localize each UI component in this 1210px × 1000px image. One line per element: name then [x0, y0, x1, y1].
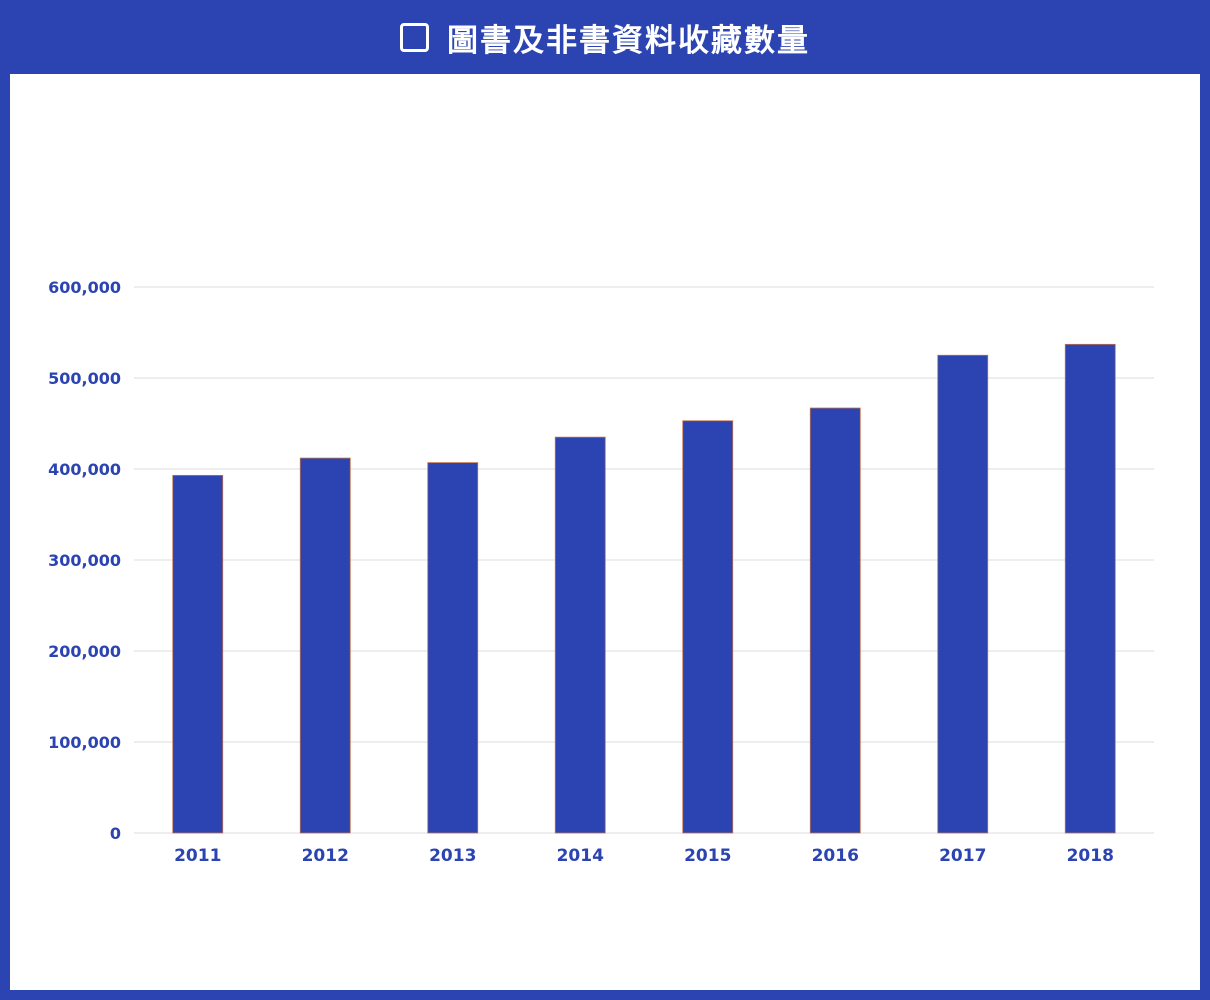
- chart-panel: 0 100,000 200,000 300,000 400,000 500,000 600,…: [10, 74, 1200, 990]
- bar-2013: [427, 462, 479, 834]
- x-tick-label: 2011: [174, 846, 221, 866]
- y-tick-label: 300,000: [48, 551, 121, 570]
- square-outline-icon: [400, 22, 429, 52]
- header-bar: 圖書及非書資料收藏數量: [0, 0, 1210, 74]
- x-tick-label: 2014: [557, 846, 604, 866]
- bar-2012: [299, 457, 351, 834]
- y-tick-label: 400,000: [48, 460, 121, 479]
- x-tick-label: 2016: [812, 846, 859, 866]
- y-tick-label: 600,000: [48, 278, 121, 297]
- bar-2018: [1064, 343, 1116, 834]
- bar-2017: [937, 354, 989, 834]
- x-tick-label: 2018: [1067, 846, 1114, 866]
- x-tick-label: 2013: [429, 846, 476, 866]
- chart-frame: 圖書及非書資料收藏數量 0 100,000 200,000 300,000 400,00…: [0, 0, 1210, 1000]
- bar-2011: [172, 474, 224, 834]
- bar-2015: [682, 420, 734, 834]
- bar-2014: [554, 436, 606, 834]
- y-tick-label: 0: [110, 824, 121, 843]
- chart-title: 圖書及非書資料收藏數量: [447, 22, 810, 59]
- x-tick-label: 2012: [302, 846, 349, 866]
- bar-chart: 0 100,000 200,000 300,000 400,000 500,000 600,…: [48, 278, 1154, 866]
- x-tick-label: 2017: [939, 846, 986, 866]
- bar-2016: [809, 407, 861, 834]
- y-tick-label: 100,000: [48, 733, 121, 752]
- y-tick-label: 500,000: [48, 369, 121, 388]
- x-tick-label: 2015: [684, 846, 731, 866]
- header-content: 圖書及非書資料收藏數量: [400, 15, 810, 60]
- y-tick-label: 200,000: [48, 642, 121, 661]
